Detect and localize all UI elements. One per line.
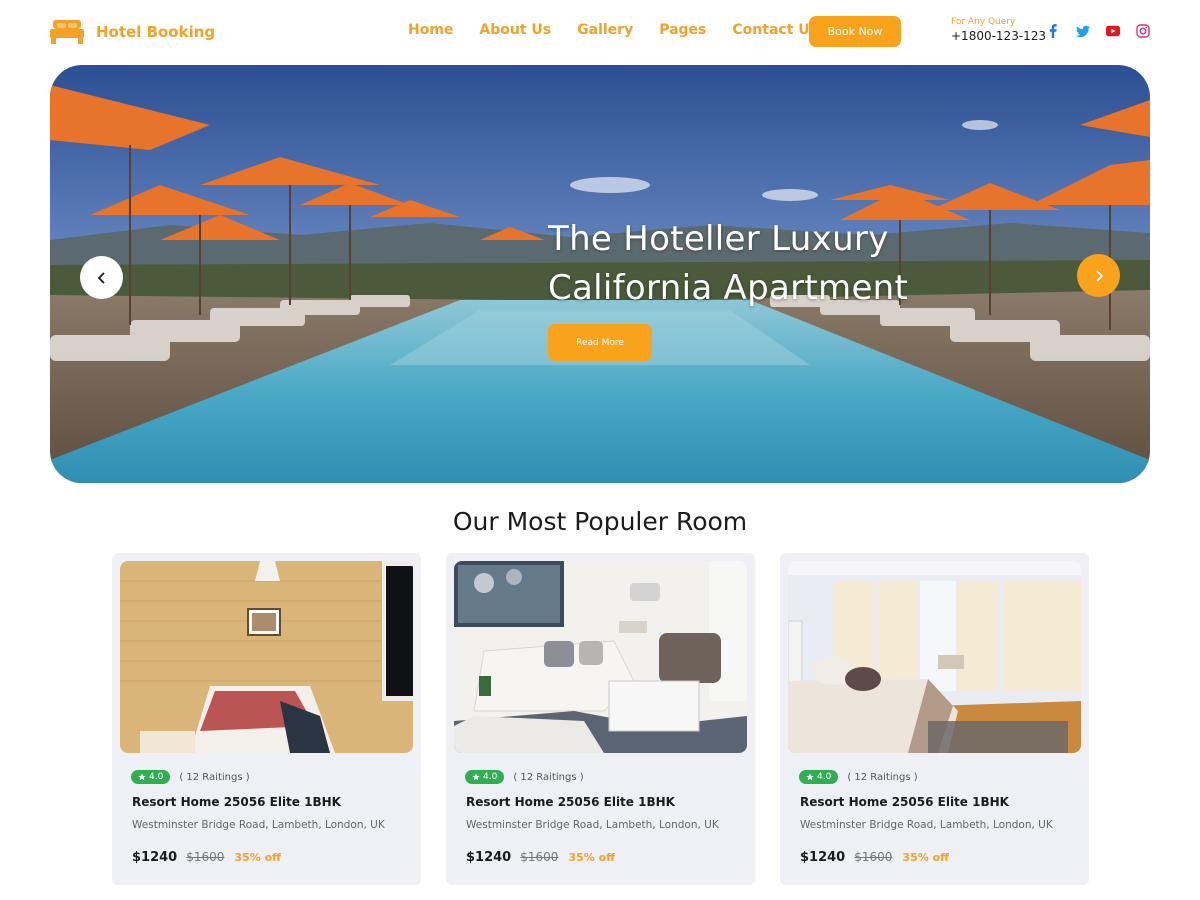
room-price: $1240 (466, 850, 512, 865)
social-links (1046, 24, 1150, 38)
room-discount: 35% off (234, 851, 282, 864)
brand-name: Hotel Booking (96, 22, 216, 41)
chevron-right-icon (1095, 269, 1103, 282)
query-label: For Any Query (951, 17, 1016, 27)
rating-value: 4.0 (149, 772, 164, 782)
room-discount: 35% off (902, 851, 950, 864)
price-row: $1240 $1600 35% off (800, 850, 949, 865)
bed-icon (50, 18, 84, 45)
nav-about-us[interactable]: About Us (479, 22, 551, 38)
rating-count: ( 12 Raitings ) (513, 771, 584, 783)
room-old-price: $1600 (520, 850, 559, 864)
room-price: $1240 (132, 850, 178, 865)
slider-next-button[interactable] (1077, 254, 1120, 297)
room-name[interactable]: Resort Home 25056 Elite 1BHK (132, 795, 341, 809)
instagram-icon[interactable] (1136, 24, 1150, 38)
book-now-button[interactable]: Book Now (809, 16, 901, 47)
room-old-price: $1600 (186, 850, 225, 864)
rating-row: 4.0 ( 12 Raitings ) (465, 770, 584, 784)
star-icon (472, 773, 480, 781)
room-address: Westminster Bridge Road, Lambeth, London… (466, 819, 719, 831)
room-discount: 35% off (568, 851, 616, 864)
rating-badge: 4.0 (799, 770, 839, 784)
rating-row: 4.0 ( 12 Raitings ) (131, 770, 250, 784)
room-list: 4.0 ( 12 Raitings ) Resort Home 25056 El… (112, 553, 1089, 885)
rating-value: 4.0 (817, 772, 832, 782)
room-card[interactable]: 4.0 ( 12 Raitings ) Resort Home 25056 El… (446, 553, 755, 885)
price-row: $1240 $1600 35% off (466, 850, 615, 865)
twitter-icon[interactable] (1076, 24, 1090, 38)
hero-title-line-2: California Apartment (548, 268, 909, 308)
rating-value: 4.0 (483, 772, 498, 782)
facebook-icon[interactable] (1046, 24, 1060, 38)
brand-logo[interactable]: Hotel Booking (50, 18, 215, 45)
hero-title: The Hoteller Luxury California Apartment (548, 215, 908, 313)
nav-pages[interactable]: Pages (659, 22, 706, 38)
room-image[interactable] (788, 561, 1081, 753)
price-row: $1240 $1600 35% off (132, 850, 281, 865)
youtube-icon[interactable] (1106, 24, 1120, 38)
room-address: Westminster Bridge Road, Lambeth, London… (800, 819, 1053, 831)
slider-prev-button[interactable] (80, 256, 123, 299)
rating-count: ( 12 Raitings ) (847, 771, 918, 783)
rating-row: 4.0 ( 12 Raitings ) (799, 770, 918, 784)
hero-title-line-1: The Hoteller Luxury (548, 219, 889, 259)
section-title: Our Most Populer Room (452, 507, 748, 536)
main-nav: Home About Us Gallery Pages Contact Us (408, 22, 844, 38)
star-icon (806, 773, 814, 781)
hero-slider: The Hoteller Luxury California Apartment… (50, 65, 1150, 483)
read-more-button[interactable]: Read More (548, 324, 652, 361)
room-image[interactable] (120, 561, 413, 753)
room-image[interactable] (454, 561, 747, 753)
room-name[interactable]: Resort Home 25056 Elite 1BHK (466, 795, 675, 809)
room-price: $1240 (800, 850, 846, 865)
rating-badge: 4.0 (465, 770, 505, 784)
phone-number[interactable]: +1800-123-123 (951, 29, 1046, 43)
rating-count: ( 12 Raitings ) (179, 771, 250, 783)
room-name[interactable]: Resort Home 25056 Elite 1BHK (800, 795, 1009, 809)
nav-home[interactable]: Home (408, 22, 453, 38)
nav-gallery[interactable]: Gallery (577, 22, 633, 38)
room-address: Westminster Bridge Road, Lambeth, London… (132, 819, 385, 831)
room-card[interactable]: 4.0 ( 12 Raitings ) Resort Home 25056 El… (780, 553, 1089, 885)
contact-info: For Any Query +1800-123-123 (951, 17, 1046, 43)
star-icon (138, 773, 146, 781)
room-old-price: $1600 (854, 850, 893, 864)
chevron-left-icon (97, 271, 105, 284)
rating-badge: 4.0 (131, 770, 171, 784)
room-card[interactable]: 4.0 ( 12 Raitings ) Resort Home 25056 El… (112, 553, 421, 885)
nav-contact-us[interactable]: Contact Us (732, 22, 818, 38)
